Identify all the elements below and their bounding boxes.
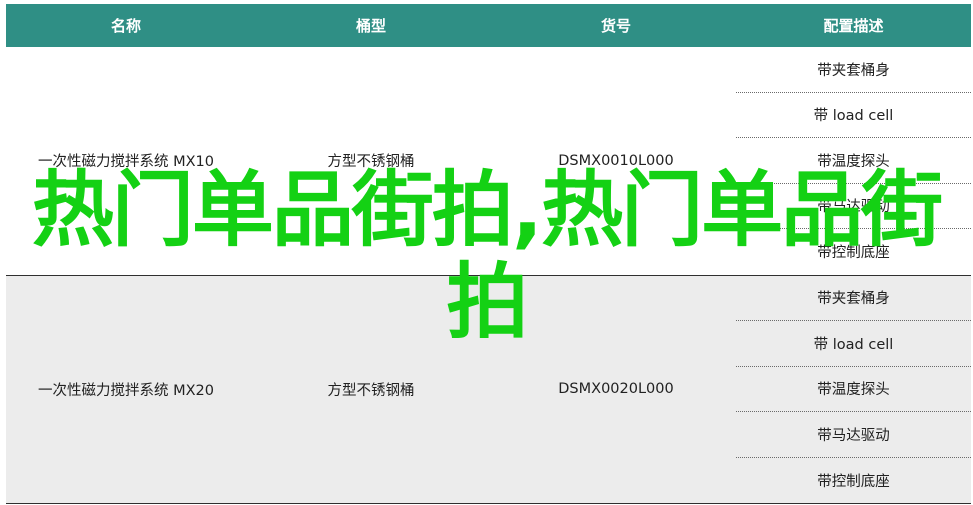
spec-item: 带温度探头 <box>736 138 971 184</box>
spec-item: 带控制底座 <box>817 245 890 262</box>
product-name: 一次性磁力搅拌系统 MX10 <box>37 154 214 171</box>
spec-list: 带夹套桶身 带 load cell 带温度探头 带马达驱动 带控制底座 <box>736 276 971 504</box>
spec-list: 带夹套桶身 带 load cell 带温度探头 带马达驱动 带控制底座 <box>736 47 971 275</box>
header-type: 桶型 <box>355 17 386 35</box>
spec-item: 带温度探头 <box>736 367 971 412</box>
table-row: 一次性磁力搅拌系统 MX20 方型不锈钢桶 DSMX0020L000 带夹套桶身… <box>6 275 971 504</box>
spec-item: 带马达驱动 <box>736 412 971 458</box>
spec-item: 带 load cell <box>736 93 971 138</box>
header-description: 配置描述 <box>823 17 884 35</box>
product-code: DSMX0010L000 <box>558 152 674 169</box>
header-code: 货号 <box>600 17 631 35</box>
spec-item: 带夹套桶身 <box>736 276 971 321</box>
product-name: 一次性磁力搅拌系统 MX20 <box>37 382 214 399</box>
product-code: DSMX0020L000 <box>558 381 674 398</box>
spec-item: 带控制底座 <box>817 473 890 490</box>
product-table: 名称 桶型 货号 配置描述 一次性磁力搅拌系统 MX10 方型不锈钢桶 DSMX… <box>6 4 971 504</box>
header-name: 名称 <box>110 17 141 35</box>
barrel-type: 方型不锈钢桶 <box>327 382 415 399</box>
barrel-type: 方型不锈钢桶 <box>327 154 415 171</box>
table-row: 一次性磁力搅拌系统 MX10 方型不锈钢桶 DSMX0010L000 带夹套桶身… <box>6 47 971 276</box>
spec-item: 带夹套桶身 <box>736 47 971 93</box>
spec-item: 带马达驱动 <box>736 184 971 229</box>
table-header: 名称 桶型 货号 配置描述 <box>6 4 971 47</box>
spec-item: 带 load cell <box>736 321 971 367</box>
